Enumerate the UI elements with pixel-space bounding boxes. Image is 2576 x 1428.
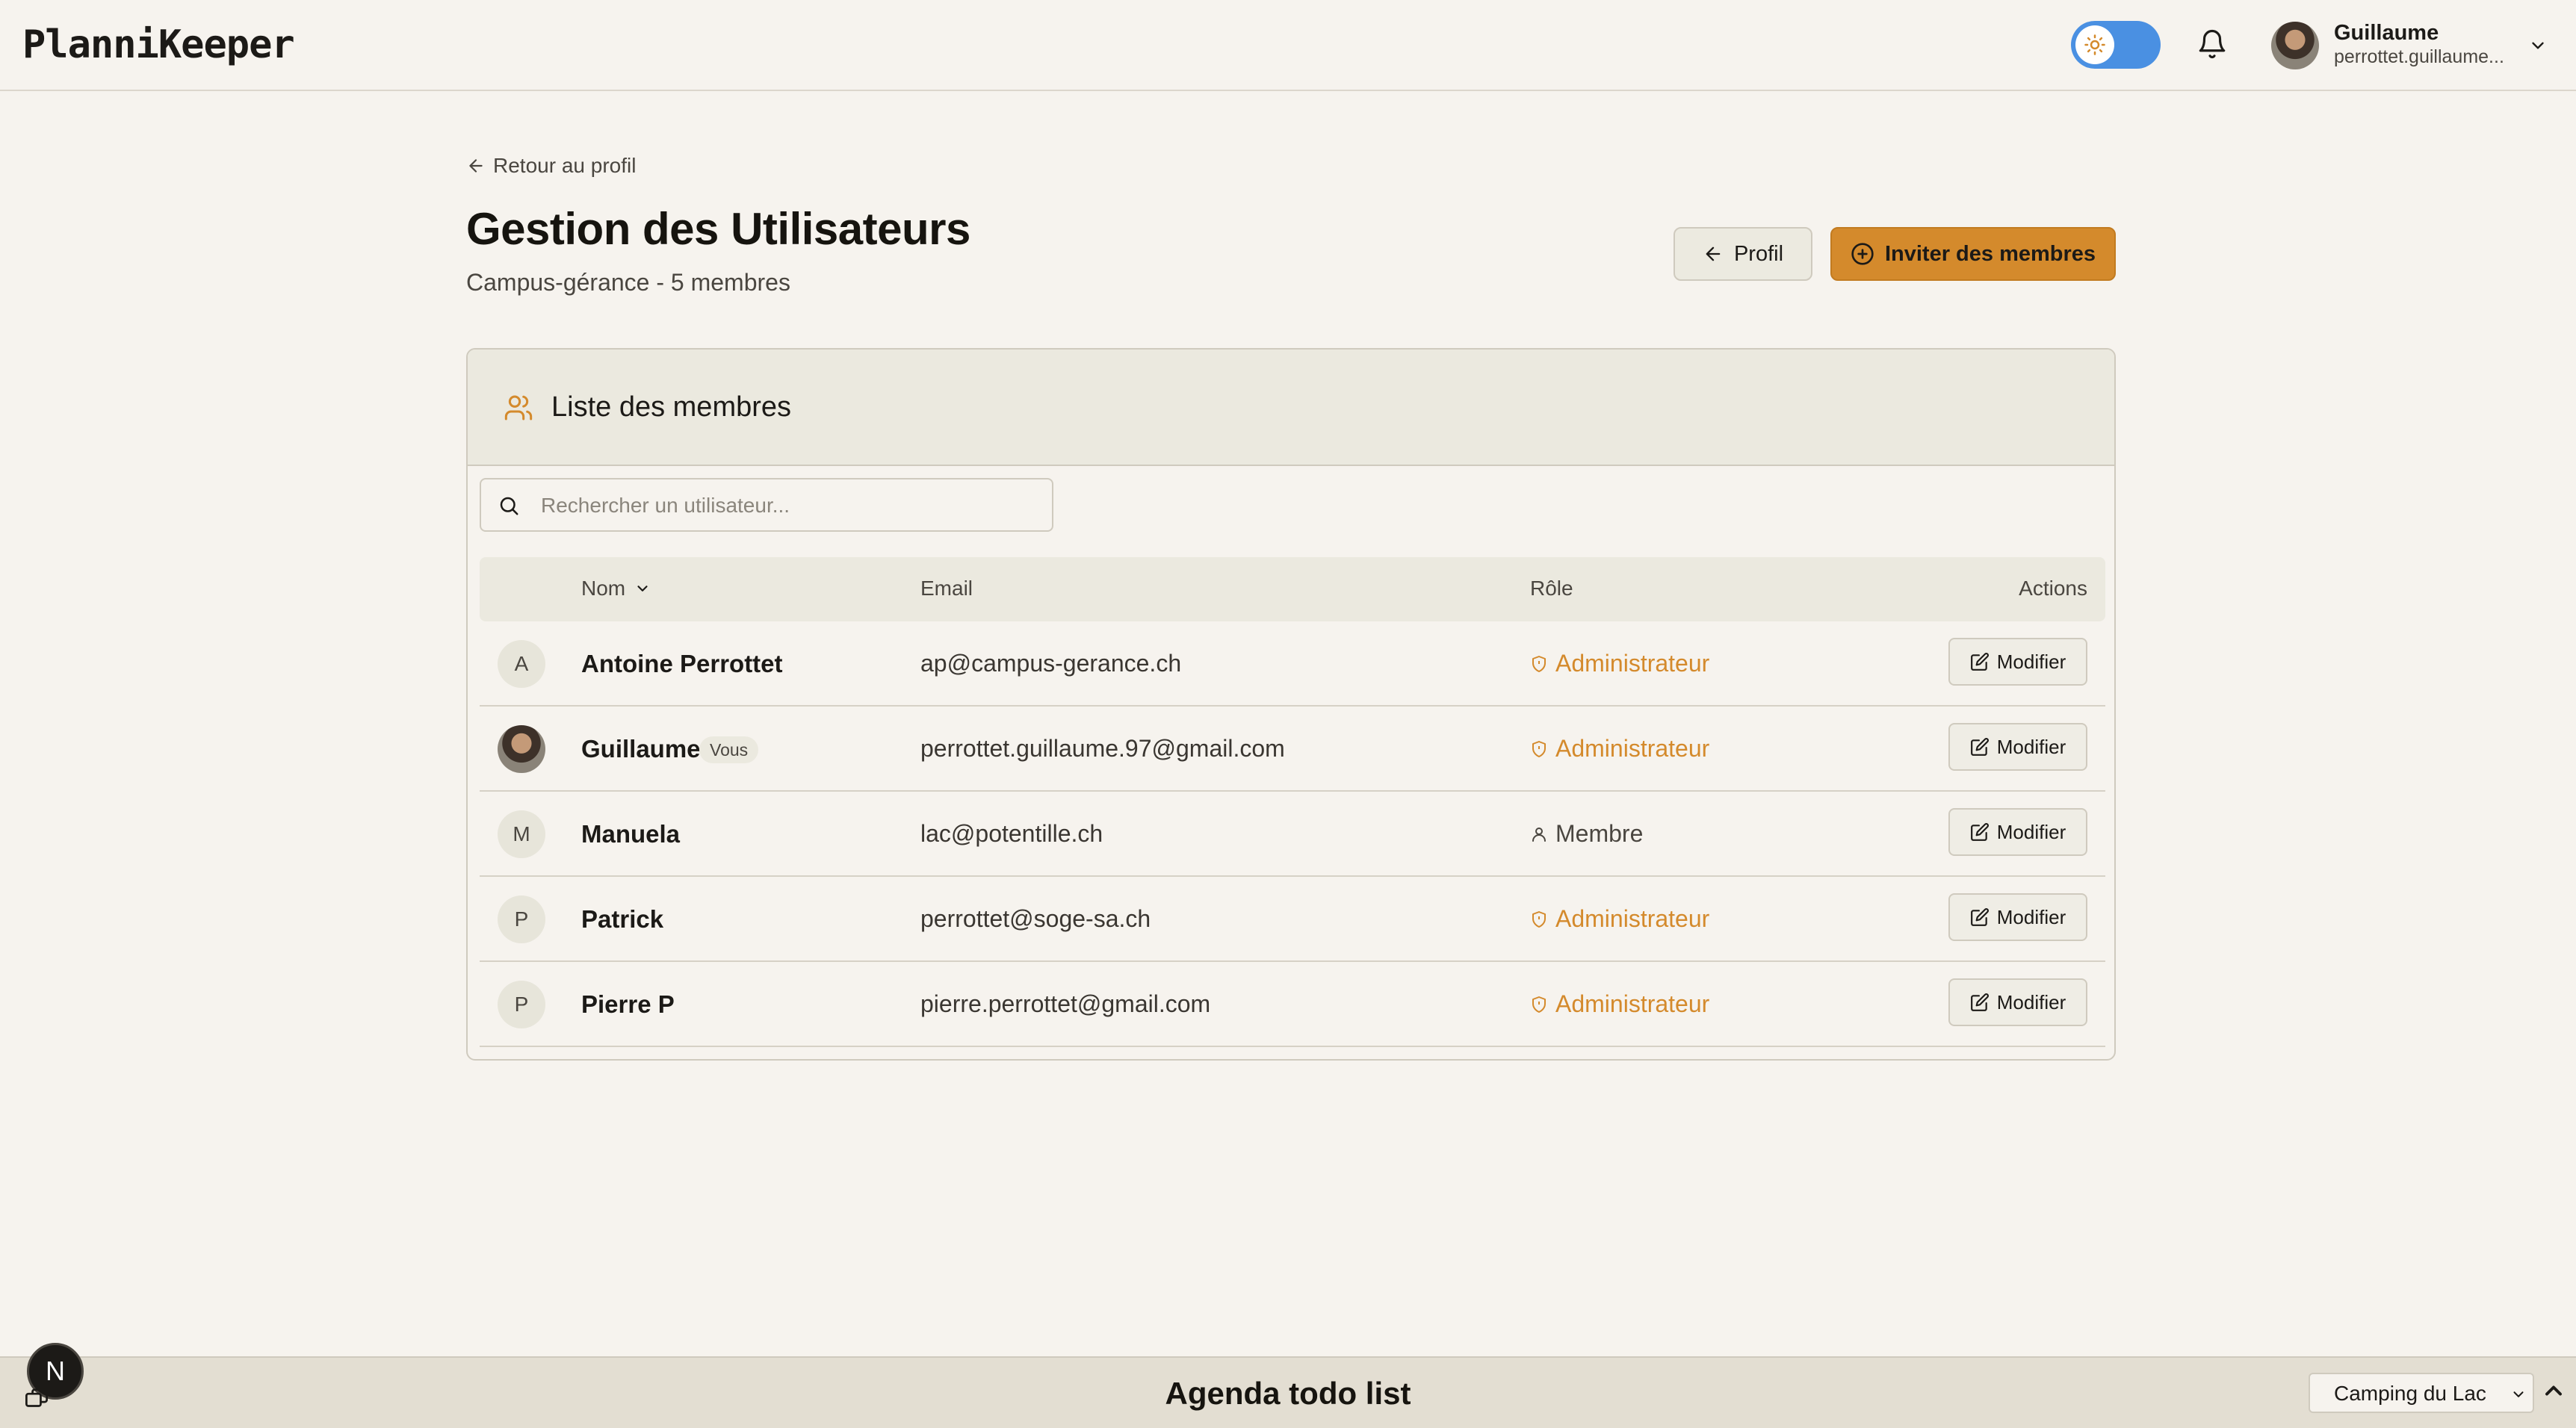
avatar <box>498 725 545 773</box>
avatar <box>2271 22 2319 69</box>
chevron-down-icon <box>2510 1386 2527 1403</box>
column-header-email: Email <box>920 577 973 600</box>
current-user-badge: Vous <box>699 736 759 763</box>
sun-icon <box>2084 34 2106 56</box>
member-role: Administrateur <box>1530 990 1709 1018</box>
column-header-role: Rôle <box>1530 577 1573 600</box>
edit-button-label: Modifier <box>1996 650 2066 673</box>
avatar-photo <box>498 725 545 773</box>
card-title: Liste des membres <box>551 391 792 423</box>
search-input[interactable] <box>539 487 1035 524</box>
avatar-initial: M <box>498 810 545 858</box>
search-icon <box>498 494 520 517</box>
card-header: Liste des membres <box>468 350 2114 466</box>
plus-circle-icon <box>1851 242 1874 266</box>
members-card: Liste des membres Nom Email Rôle Actions… <box>466 348 2116 1061</box>
shield-icon <box>1530 655 1548 673</box>
site-select[interactable]: Camping du Lac <box>2309 1373 2534 1413</box>
edit-member-button[interactable]: Modifier <box>1948 808 2087 856</box>
top-bar: PlanniKeeper Guillaume perrottet.guillau… <box>0 0 2576 91</box>
member-role-label: Administrateur <box>1555 990 1710 1017</box>
member-role-label: Administrateur <box>1555 905 1710 932</box>
member-role: Administrateur <box>1530 650 1709 677</box>
edit-member-button[interactable]: Modifier <box>1948 723 2087 771</box>
table-row: Guillaume Vous perrottet.guillaume.97@gm… <box>480 707 2105 792</box>
invite-members-button[interactable]: Inviter des membres <box>1830 227 2116 281</box>
member-email: pierre.perrottet@gmail.com <box>920 990 1211 1017</box>
edit-button-label: Modifier <box>1996 735 2066 758</box>
member-name: Pierre P <box>581 990 675 1018</box>
edit-icon <box>1970 907 1990 927</box>
member-role: Administrateur <box>1530 735 1709 763</box>
edit-icon <box>1970 737 1990 757</box>
member-name: Manuela <box>581 820 681 848</box>
users-icon <box>504 393 533 423</box>
edit-button-label: Modifier <box>1996 820 2066 843</box>
avatar-initial: P <box>498 895 545 943</box>
member-role: Administrateur <box>1530 905 1709 933</box>
shield-icon <box>1530 996 1548 1013</box>
member-name: Guillaume <box>581 735 701 763</box>
member-role-label: Membre <box>1555 820 1644 847</box>
toggle-knob <box>2075 25 2114 64</box>
member-role: Membre <box>1530 820 1643 848</box>
avatar-initial: A <box>498 640 545 688</box>
member-role-label: Administrateur <box>1555 650 1710 677</box>
profile-button[interactable]: Profil <box>1674 227 1812 281</box>
shield-icon <box>1530 740 1548 758</box>
column-header-actions: Actions <box>2019 577 2087 600</box>
table-row: M Manuela lac@potentille.ch Membre Modif… <box>480 792 2105 877</box>
member-role-label: Administrateur <box>1555 735 1710 762</box>
arrow-left-icon <box>466 156 486 176</box>
avatar-initial: P <box>498 981 545 1028</box>
profile-button-label: Profil <box>1733 241 1784 266</box>
theme-toggle[interactable] <box>2071 21 2161 69</box>
column-name-label: Nom <box>581 577 626 600</box>
table-row: P Patrick perrottet@soge-sa.ch Administr… <box>480 877 2105 962</box>
back-to-profile-link[interactable]: Retour au profil <box>466 154 636 178</box>
page-subtitle: Campus-gérance - 5 membres <box>466 269 790 296</box>
window-icon[interactable] <box>24 1388 49 1410</box>
edit-icon <box>1970 993 1990 1012</box>
bottom-bar: Agenda todo list Camping du Lac <box>0 1356 2576 1428</box>
page-title: Gestion des Utilisateurs <box>466 204 970 254</box>
shield-icon <box>1530 910 1548 928</box>
member-name: Antoine Perrottet <box>581 650 783 677</box>
user-name: Guillaume <box>2334 21 2439 45</box>
edit-icon <box>1970 822 1990 842</box>
edit-button-label: Modifier <box>1996 990 2066 1013</box>
member-email: lac@potentille.ch <box>920 820 1103 847</box>
chevron-down-icon <box>634 580 651 597</box>
chevron-down-icon <box>2528 36 2548 55</box>
member-email: perrottet.guillaume.97@gmail.com <box>920 735 1285 762</box>
bell-icon[interactable] <box>2196 27 2228 61</box>
edit-icon <box>1970 652 1990 671</box>
chevron-up-icon[interactable] <box>2540 1377 2567 1404</box>
member-name: Patrick <box>581 905 664 933</box>
site-select-value: Camping du Lac <box>2334 1382 2486 1405</box>
user-menu[interactable]: Guillaume perrottet.guillaume... <box>2271 19 2555 72</box>
table-row: A Antoine Perrottet ap@campus-gerance.ch… <box>480 621 2105 707</box>
member-email: ap@campus-gerance.ch <box>920 650 1182 677</box>
back-link-label: Retour au profil <box>493 154 637 177</box>
search-box[interactable] <box>480 478 1053 532</box>
invite-button-label: Inviter des membres <box>1884 241 2096 266</box>
table-header: Nom Email Rôle Actions <box>480 557 2105 621</box>
table-row: P Pierre P pierre.perrottet@gmail.com Ad… <box>480 962 2105 1047</box>
bottom-bar-title: Agenda todo list <box>1165 1376 1411 1411</box>
column-header-name[interactable]: Nom <box>581 577 651 600</box>
member-email: perrottet@soge-sa.ch <box>920 905 1151 932</box>
user-icon <box>1530 825 1548 843</box>
edit-member-button[interactable]: Modifier <box>1948 893 2087 941</box>
arrow-left-icon <box>1703 243 1724 264</box>
app-logo[interactable]: PlanniKeeper <box>22 22 295 67</box>
edit-member-button[interactable]: Modifier <box>1948 638 2087 686</box>
user-email: perrottet.guillaume... <box>2334 46 2504 67</box>
edit-button-label: Modifier <box>1996 905 2066 928</box>
edit-member-button[interactable]: Modifier <box>1948 978 2087 1026</box>
